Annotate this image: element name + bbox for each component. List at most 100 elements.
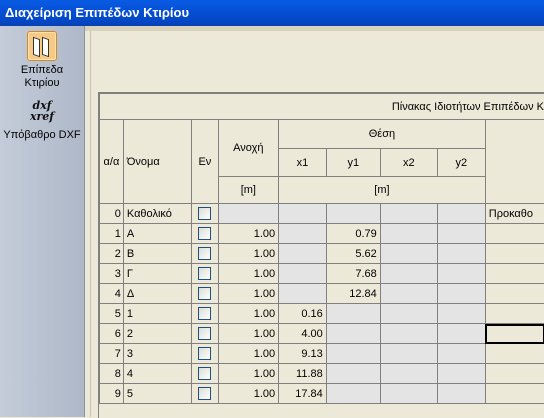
extra-cell[interactable] (485, 344, 544, 364)
name-cell[interactable]: Γ (123, 264, 191, 284)
row-index: 5 (100, 304, 124, 324)
en-cell[interactable] (192, 324, 218, 344)
levels-table: Πίνακας Ιδιοτήτων Επιπέδων Κ α/α Όνομα Ε… (99, 93, 544, 404)
row-index: 9 (100, 384, 124, 404)
table-row[interactable]: 2 Β 1.00 5.62 (100, 244, 544, 264)
row-index: 1 (100, 224, 124, 244)
enabled-checkbox[interactable] (198, 207, 211, 220)
x1-cell[interactable]: 0.16 (279, 304, 327, 324)
window-title: Διαχείριση Επιπέδων Κτιρίου (5, 0, 189, 26)
tolerance-cell[interactable]: 1.00 (218, 304, 279, 324)
header-position-unit: [m] (279, 177, 486, 204)
table-row[interactable]: 0 Καθολικό Προκαθο (100, 204, 544, 224)
x2-cell (380, 304, 437, 324)
x2-cell (380, 264, 437, 284)
extra-cell[interactable] (485, 244, 544, 264)
x2-cell (380, 324, 437, 344)
table-row[interactable]: 4 Δ 1.00 12.84 (100, 284, 544, 304)
header-position: Θέση (279, 120, 486, 149)
name-cell[interactable]: Δ (123, 284, 191, 304)
table-row[interactable]: 7 3 1.00 9.13 (100, 344, 544, 364)
y1-cell[interactable]: 5.62 (326, 244, 380, 264)
name-cell[interactable]: 1 (123, 304, 191, 324)
tolerance-cell[interactable]: 1.00 (218, 284, 279, 304)
tolerance-cell[interactable]: 1.00 (218, 364, 279, 384)
row-index: 6 (100, 324, 124, 344)
en-cell[interactable] (192, 264, 218, 284)
x1-cell (279, 244, 327, 264)
x1-cell[interactable]: 9.13 (279, 344, 327, 364)
name-cell[interactable]: 3 (123, 344, 191, 364)
x1-cell[interactable]: 11.88 (279, 364, 327, 384)
name-cell[interactable]: 5 (123, 384, 191, 404)
tolerance-cell[interactable]: 1.00 (218, 244, 279, 264)
enabled-checkbox[interactable] (198, 347, 211, 360)
table-caption: Πίνακας Ιδιοτήτων Επιπέδων Κ (100, 94, 544, 120)
sidebar-item-building-levels[interactable]: Επίπεδα Κτιρίου (2, 31, 82, 90)
en-cell[interactable] (192, 284, 218, 304)
table-row[interactable]: 3 Γ 1.00 7.68 (100, 264, 544, 284)
extra-cell[interactable] (485, 284, 544, 304)
table-row[interactable]: 8 4 1.00 11.88 (100, 364, 544, 384)
en-cell[interactable] (192, 244, 218, 264)
row-index: 2 (100, 244, 124, 264)
enabled-checkbox[interactable] (198, 327, 211, 340)
row-index: 3 (100, 264, 124, 284)
y1-cell[interactable]: 7.68 (326, 264, 380, 284)
name-cell[interactable]: 4 (123, 364, 191, 384)
tolerance-cell[interactable]: 1.00 (218, 264, 279, 284)
tolerance-cell[interactable]: 1.00 (218, 384, 279, 404)
enabled-checkbox[interactable] (198, 267, 211, 280)
x2-cell (380, 344, 437, 364)
extra-cell[interactable] (485, 364, 544, 384)
header-y2: y2 (437, 149, 485, 177)
table-row[interactable]: 1 Α 1.00 0.79 (100, 224, 544, 244)
extra-cell[interactable] (485, 304, 544, 324)
tolerance-cell[interactable]: 1.00 (218, 224, 279, 244)
x1-cell (279, 284, 327, 304)
en-cell[interactable] (192, 304, 218, 324)
header-name: Όνομα (123, 120, 191, 204)
enabled-checkbox[interactable] (198, 287, 211, 300)
en-cell[interactable] (192, 224, 218, 244)
x1-cell[interactable]: 4.00 (279, 324, 327, 344)
enabled-checkbox[interactable] (198, 387, 211, 400)
name-cell[interactable]: Α (123, 224, 191, 244)
extra-cell-selected[interactable] (485, 324, 544, 344)
en-cell[interactable] (192, 344, 218, 364)
top-band (85, 26, 544, 31)
name-cell[interactable]: 2 (123, 324, 191, 344)
table-row[interactable]: 9 5 1.00 17.84 (100, 384, 544, 404)
en-cell[interactable] (192, 384, 218, 404)
sidebar-item-dxf-underlay[interactable]: dxf xref Υπόβαθρο DXF (2, 100, 82, 142)
y1-cell (326, 304, 380, 324)
extra-cell[interactable] (485, 264, 544, 284)
x1-cell (279, 204, 327, 224)
enabled-checkbox[interactable] (198, 227, 211, 240)
enabled-checkbox[interactable] (198, 247, 211, 260)
y1-cell (326, 384, 380, 404)
enabled-checkbox[interactable] (198, 367, 211, 380)
y1-cell[interactable]: 0.79 (326, 224, 380, 244)
table-row[interactable]: 6 2 1.00 4.00 (100, 324, 544, 344)
enabled-checkbox[interactable] (198, 307, 211, 320)
y1-cell[interactable]: 12.84 (326, 284, 380, 304)
y2-cell (437, 364, 485, 384)
header-tolerance-unit: [m] (218, 177, 279, 204)
tolerance-cell[interactable]: 1.00 (218, 324, 279, 344)
sidebar-item-label: Υπόβαθρο DXF (3, 129, 80, 141)
extra-cell[interactable] (485, 384, 544, 404)
y2-cell (437, 284, 485, 304)
en-cell[interactable] (192, 204, 218, 224)
en-cell[interactable] (192, 364, 218, 384)
tolerance-cell (218, 204, 279, 224)
sidebar-item-label: Επίπεδα Κτιρίου (21, 64, 63, 89)
name-cell[interactable]: Καθολικό (123, 204, 191, 224)
header-extra (485, 120, 544, 204)
name-cell[interactable]: Β (123, 244, 191, 264)
extra-cell[interactable] (485, 224, 544, 244)
tolerance-cell[interactable]: 1.00 (218, 344, 279, 364)
x1-cell[interactable]: 17.84 (279, 384, 327, 404)
extra-cell[interactable]: Προκαθο (485, 204, 544, 224)
table-row[interactable]: 5 1 1.00 0.16 (100, 304, 544, 324)
